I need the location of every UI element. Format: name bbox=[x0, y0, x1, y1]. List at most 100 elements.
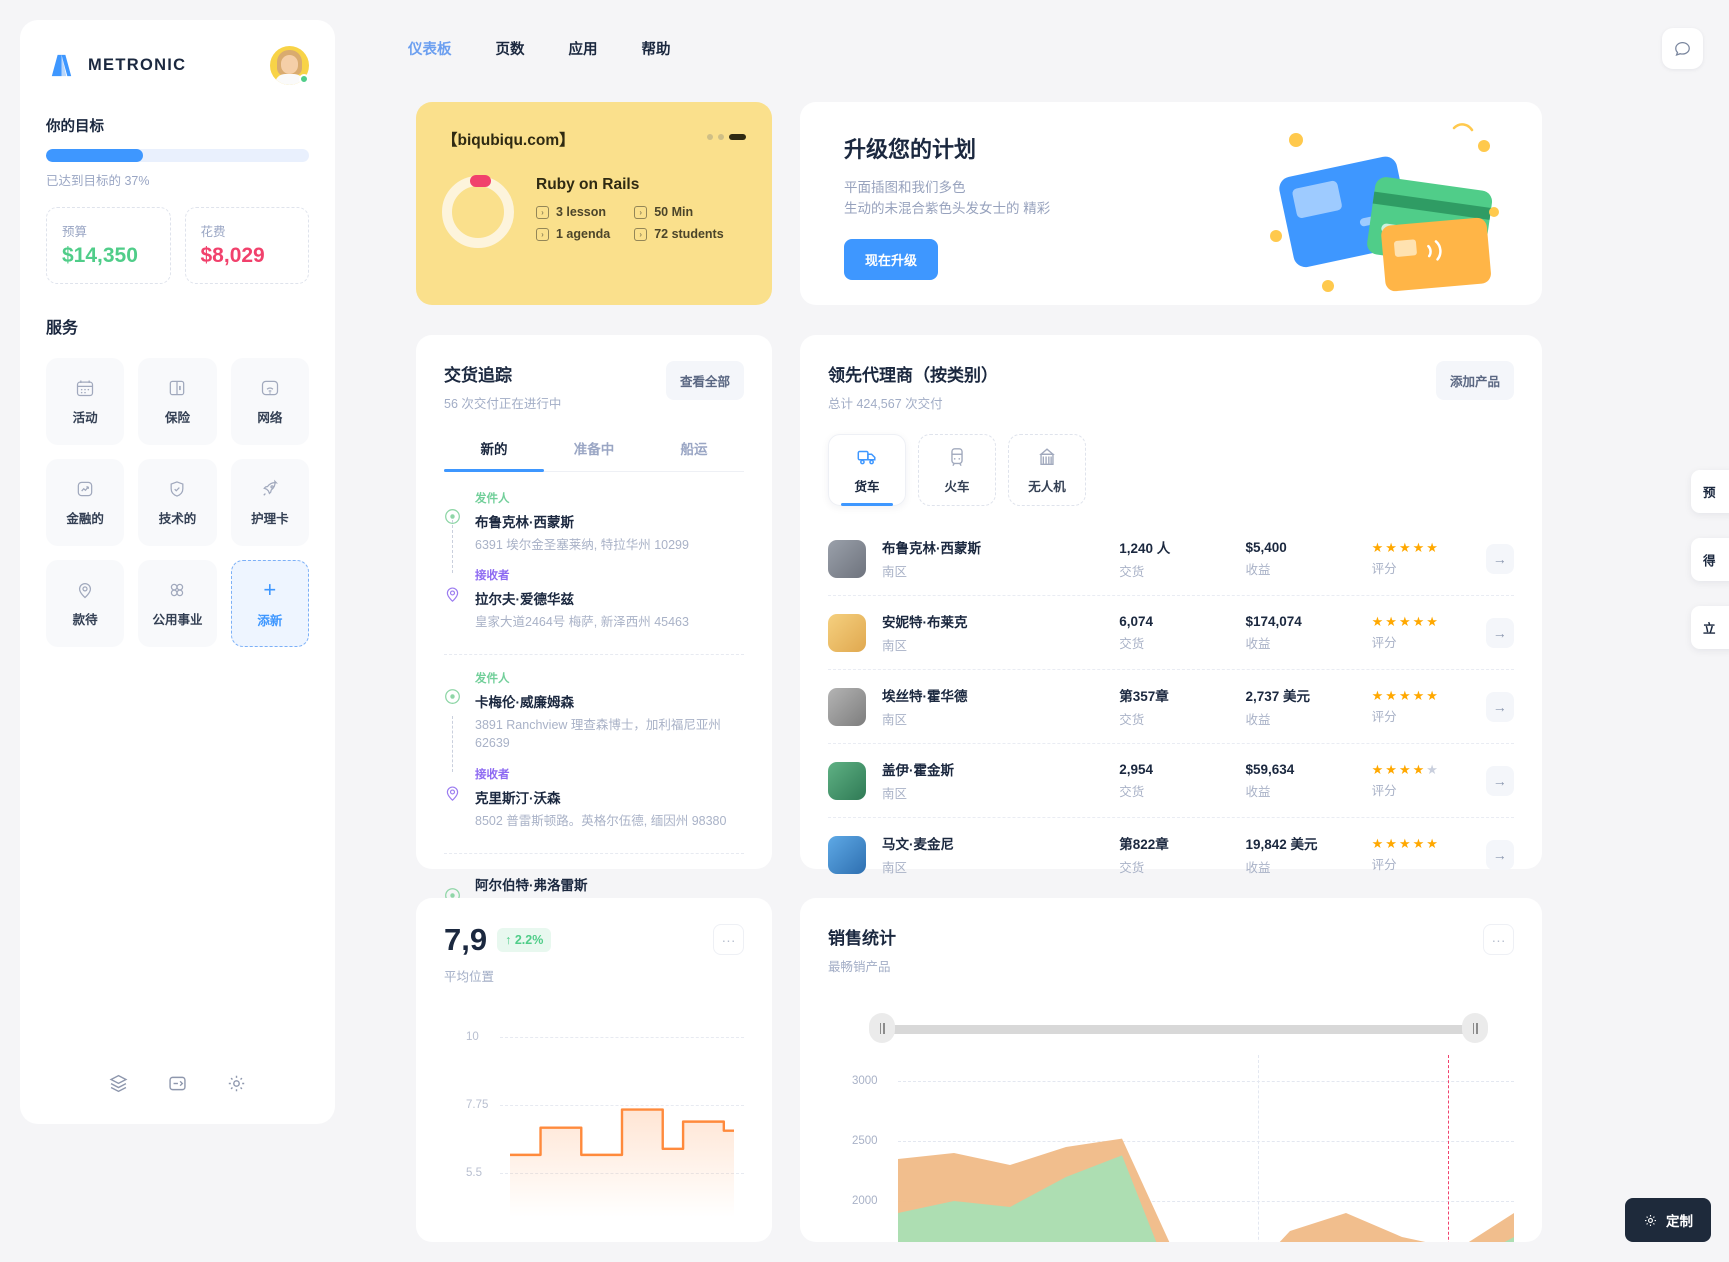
agent-delivery-label: 交货 bbox=[1119, 565, 1145, 579]
service-activity[interactable]: 活动 bbox=[46, 358, 125, 445]
leading-agents-card: 领先代理商（按类别） 总计 424,567 次交付 添加产品 货车 火车 无人机… bbox=[800, 335, 1542, 875]
rocket-icon bbox=[262, 479, 278, 496]
add-product-button[interactable]: 添加产品 bbox=[1435, 361, 1514, 400]
view-all-button[interactable]: 查看全部 bbox=[665, 361, 744, 400]
carousel-dots[interactable] bbox=[707, 128, 746, 140]
brand[interactable]: METRONIC bbox=[46, 50, 186, 81]
rail-item-1[interactable]: 预 bbox=[1691, 470, 1729, 513]
rail-item-3[interactable]: 立 bbox=[1691, 606, 1729, 649]
service-utilities[interactable]: 公用事业 bbox=[138, 560, 217, 647]
tab-preparing[interactable]: 准备中 bbox=[544, 438, 644, 471]
receiver-pin-icon bbox=[446, 587, 459, 603]
category-truck[interactable]: 货车 bbox=[828, 434, 906, 506]
agent-rating: ★ ★ ★ ★ ★ 评分 bbox=[1372, 763, 1486, 799]
table-row[interactable]: 安妮特·布莱克 南区 6,074 交货 $174,074 收益 ★ ★ ★ ★ ★ 评分… bbox=[828, 595, 1514, 669]
star-icon: ★ bbox=[1412, 835, 1425, 851]
position-values: 7,9 ↑ 2.2% 平均位置 bbox=[444, 924, 552, 985]
star-rating: ★ ★ ★ ★ ★ bbox=[1372, 689, 1486, 702]
star-icon: ★ bbox=[1385, 613, 1397, 629]
sidebar-header: METRONIC bbox=[46, 46, 309, 85]
delivery-group: 发件人 卡梅伦·威廉姆森 3891 Ranchview 理查森博士，加利福尼亚州… bbox=[444, 654, 744, 852]
star-icon: ★ bbox=[1412, 687, 1425, 703]
sales-subtitle: 最畅销产品 bbox=[828, 960, 891, 974]
agent-revenue-label: 收益 bbox=[1245, 562, 1271, 577]
star-icon: ★ bbox=[1371, 687, 1384, 703]
agent-rating: ★ ★ ★ ★ ★ 评分 bbox=[1372, 615, 1486, 651]
services-grid: 活动 保险 网络 金融的 技术的 护理卡 款待 公用事业 + 添新 bbox=[46, 358, 309, 647]
carousel-dot[interactable] bbox=[707, 134, 713, 140]
wallet-cards-illustration bbox=[1270, 123, 1499, 292]
row-arrow-button[interactable]: → bbox=[1485, 543, 1514, 574]
customize-label: 定制 bbox=[1666, 1214, 1693, 1229]
nav-help[interactable]: 帮助 bbox=[642, 38, 671, 59]
slider-track[interactable] bbox=[873, 1025, 1484, 1034]
upgrade-now-button[interactable]: 现在升级 bbox=[844, 238, 939, 280]
delivery-titles: 交货追踪 56 次交付正在进行中 bbox=[444, 361, 561, 412]
note-icon[interactable] bbox=[167, 1073, 188, 1094]
row-arrow-button[interactable]: → bbox=[1485, 765, 1514, 796]
nav-apps[interactable]: 应用 bbox=[569, 38, 598, 59]
agent-region: 南区 bbox=[882, 787, 908, 801]
agents-titles: 领先代理商（按类别） 总计 424,567 次交付 bbox=[828, 361, 998, 412]
slider-handle-left[interactable] bbox=[869, 1013, 895, 1043]
table-row[interactable]: 马文·麦金尼 南区 第822章 交货 19,842 美元 收益 ★ ★ ★ ★ ★ 评分… bbox=[828, 817, 1514, 891]
sidebar-footer bbox=[20, 1073, 335, 1094]
star-icon: ★ bbox=[1426, 613, 1438, 629]
service-network[interactable]: 网络 bbox=[230, 358, 309, 445]
row-arrow-button[interactable]: → bbox=[1485, 617, 1514, 648]
customize-button[interactable]: 定制 bbox=[1625, 1198, 1711, 1242]
chat-icon bbox=[1675, 42, 1690, 57]
sender-role: 发件人 bbox=[475, 673, 510, 686]
agents-title: 领先代理商（按类别） bbox=[828, 366, 998, 385]
dots-icon[interactable]: ··· bbox=[1483, 924, 1514, 955]
service-label: 添新 bbox=[257, 613, 283, 628]
tab-new[interactable]: 新的 bbox=[444, 438, 544, 472]
nav-dashboard[interactable]: 仪表板 bbox=[408, 38, 452, 59]
y-tick: 10 bbox=[466, 1031, 479, 1043]
star-icon: ★ bbox=[1398, 761, 1411, 777]
rail-item-2[interactable]: 得 bbox=[1691, 538, 1729, 581]
agent-delivery: 6,074 交货 bbox=[1119, 614, 1245, 652]
sales-area-series bbox=[898, 1138, 1514, 1242]
layers-icon[interactable] bbox=[108, 1073, 129, 1094]
tab-shipping[interactable]: 船运 bbox=[644, 438, 744, 471]
chat-button[interactable] bbox=[1662, 28, 1703, 69]
category-train[interactable]: 火车 bbox=[918, 434, 996, 506]
star-rating: ★ ★ ★ ★ ★ bbox=[1372, 763, 1486, 776]
nav-pages[interactable]: 页数 bbox=[496, 38, 525, 59]
service-insurance[interactable]: 保险 bbox=[138, 358, 217, 445]
slider-handle-right[interactable] bbox=[1462, 1013, 1488, 1043]
sales-header: 销售统计 最畅销产品 ··· bbox=[828, 924, 1514, 975]
y-tick: 3000 bbox=[852, 1075, 878, 1087]
sidebar: METRONIC 你的目标 已达到目标的 37% 预算 $14,350 花费 $… bbox=[20, 20, 335, 1124]
agents-header: 领先代理商（按类别） 总计 424,567 次交付 添加产品 bbox=[828, 361, 1514, 412]
agent-delivery-label: 交货 bbox=[1119, 636, 1145, 651]
service-technical[interactable]: 技术的 bbox=[138, 459, 217, 546]
gear-icon[interactable] bbox=[226, 1073, 247, 1094]
service-add-new[interactable]: + 添新 bbox=[230, 560, 309, 647]
service-carecard[interactable]: 护理卡 bbox=[230, 459, 309, 546]
row-arrow-button[interactable]: → bbox=[1485, 691, 1514, 722]
service-hospitality[interactable]: 款待 bbox=[46, 560, 125, 647]
stat-budget: 预算 $14,350 bbox=[46, 207, 171, 284]
y-tick: 5.5 bbox=[466, 1167, 482, 1179]
service-finance[interactable]: 金融的 bbox=[46, 459, 125, 546]
avatar[interactable] bbox=[270, 46, 309, 85]
table-row[interactable]: 盖伊·霍金斯 南区 2,954 交货 $59,634 收益 ★ ★ ★ ★ ★ 评分 → bbox=[828, 743, 1514, 817]
agent-name: 盖伊·霍金斯 bbox=[882, 763, 954, 778]
y-tick: 2000 bbox=[852, 1195, 878, 1207]
course-card-title: 【biqubiqu.com】 bbox=[442, 132, 575, 149]
range-slider[interactable] bbox=[869, 1013, 1488, 1043]
row-arrow-button[interactable]: → bbox=[1485, 839, 1514, 870]
agent-delivery-value: 第357章 bbox=[1119, 689, 1169, 704]
table-row[interactable]: 埃丝特·霍华德 南区 第357章 交货 2,737 美元 收益 ★ ★ ★ ★ ★ 评分… bbox=[828, 669, 1514, 743]
dots-icon[interactable]: ··· bbox=[713, 924, 744, 955]
service-label: 公用事业 bbox=[152, 612, 203, 627]
category-label: 火车 bbox=[944, 479, 970, 494]
table-row[interactable]: 布鲁克林·西蒙斯 南区 1,240 人 交货 $5,400 收益 ★ ★ ★ ★ ★ 评… bbox=[828, 522, 1514, 595]
carousel-dot[interactable] bbox=[718, 134, 724, 140]
course-card: 【biqubiqu.com】 Ruby on Rails › 3 lesson … bbox=[416, 102, 772, 305]
position-header: 7,9 ↑ 2.2% 平均位置 ··· bbox=[444, 924, 744, 985]
category-drone[interactable]: 无人机 bbox=[1008, 434, 1086, 506]
carousel-dot-active[interactable] bbox=[729, 134, 746, 140]
